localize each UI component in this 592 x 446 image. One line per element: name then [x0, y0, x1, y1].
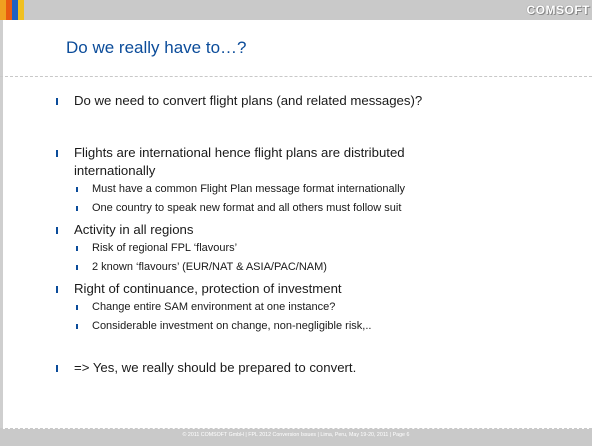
bullet-item: Do we need to convert flight plans (and …	[74, 93, 423, 108]
title-divider	[0, 76, 592, 77]
sub-bullet-item: Change entire SAM environment at one ins…	[92, 301, 336, 313]
bullet-marker	[56, 286, 58, 293]
bullet-item: Right of continuance, protection of inve…	[74, 281, 342, 296]
footer-text: © 2011 COMSOFT GmbH | FPL 2012 Conversio…	[182, 432, 410, 438]
sub-bullet-item: Considerable investment on change, non-n…	[92, 320, 372, 332]
bullet-item: => Yes, we really should be prepared to …	[74, 360, 357, 375]
bullet-marker	[56, 98, 58, 105]
bullet-item: Flights are international hence flight p…	[74, 145, 405, 160]
slide-title: Do we really have to…?	[66, 38, 247, 57]
sub-bullet-item: One country to speak new format and all …	[92, 202, 402, 214]
top-bar: COMSOFT	[0, 0, 592, 20]
sub-bullet-marker	[76, 265, 78, 270]
sub-bullet-item: Must have a common Flight Plan message f…	[92, 183, 406, 195]
bullet-marker	[56, 365, 58, 372]
color-block-yellow	[18, 0, 24, 20]
color-blocks	[0, 0, 24, 20]
left-edge-line	[0, 20, 3, 428]
sub-bullet-marker	[76, 324, 78, 329]
sub-bullet-item: Risk of regional FPL ‘flavours’	[92, 242, 238, 254]
bullet-marker	[56, 150, 58, 157]
bullet-item: Activity in all regions	[74, 222, 194, 237]
sub-bullet-item: 2 known ‘flavours’ (EUR/NAT & ASIA/PAC/N…	[92, 261, 327, 273]
bullet-item-continuation: internationally	[74, 163, 156, 178]
sub-bullet-marker	[76, 305, 78, 310]
sub-bullet-marker	[76, 206, 78, 211]
comsoft-logo: COMSOFT	[526, 3, 590, 17]
sub-bullet-marker	[76, 246, 78, 251]
sub-bullet-marker	[76, 187, 78, 192]
bullet-marker	[56, 227, 58, 234]
